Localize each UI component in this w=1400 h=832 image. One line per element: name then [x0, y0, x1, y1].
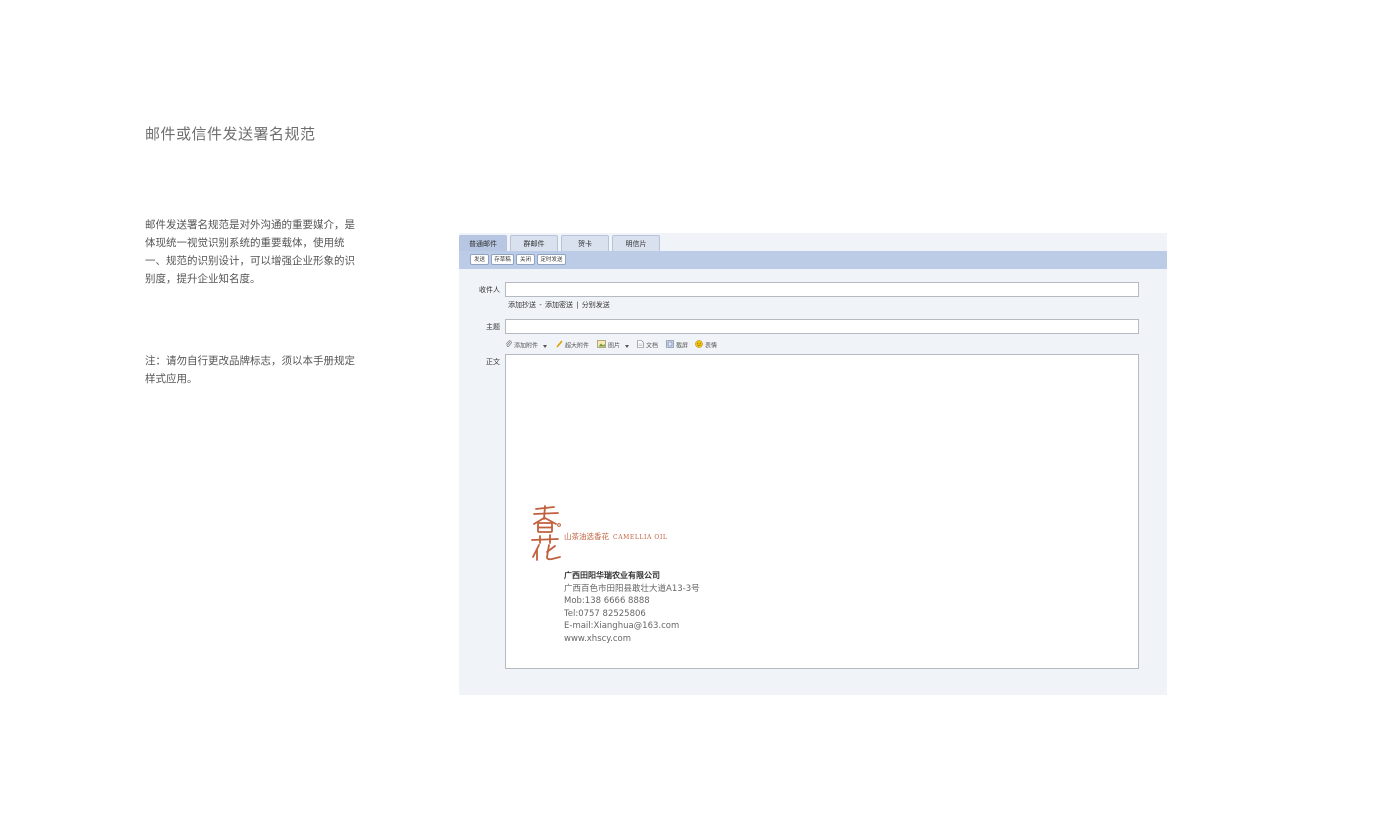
picture-icon: [597, 340, 606, 352]
brand-logo: [528, 505, 564, 565]
signature-company: 广西田阳华瑞农业有限公司: [564, 571, 660, 580]
cc-separator: -: [537, 301, 544, 309]
document-button[interactable]: 文档: [637, 340, 658, 352]
screenshot-label: 截屏: [676, 342, 689, 350]
paperclip-icon: [505, 340, 512, 352]
page-description: 邮件发送署名规范是对外沟通的重要媒介，是体现统一视觉识别系统的重要载体，使用统一…: [145, 219, 355, 285]
emoji-button[interactable]: 表情: [695, 340, 717, 352]
add-cc-link[interactable]: 添加抄送: [508, 301, 536, 309]
add-bcc-link[interactable]: 添加密送: [545, 301, 573, 309]
page-title: 邮件或信件发送署名规范: [145, 125, 316, 143]
xianghua-logo-glyphs: [531, 505, 561, 561]
tab-postcard[interactable]: 明信片: [612, 235, 660, 252]
compose-toolbar: 发送 存草稿 关闭 定时发送: [459, 251, 1167, 269]
separate-send-link[interactable]: 分别发送: [582, 301, 610, 309]
signature-block: 广西田阳华瑞农业有限公司 广西百色市田阳县敢壮大道A13-3号 Mob:138 …: [564, 570, 700, 646]
tab-normal-mail[interactable]: 普通邮件: [459, 235, 507, 252]
bcc-separator: |: [573, 301, 581, 309]
signature-web: www.xhscy.com: [564, 633, 631, 644]
recipient-input[interactable]: [505, 282, 1139, 297]
signature-address: 广西百色市田阳县敢壮大道A13-3号: [564, 583, 700, 594]
document-icon: [637, 340, 644, 352]
screenshot-button[interactable]: 截屏: [666, 340, 688, 352]
page-note: 注：请勿自行更改品牌标志，须以本手册规定样式应用。: [145, 355, 355, 385]
brand-slogan: 山茶油选香花 CAMELLIA OIL: [564, 531, 668, 542]
picture-button[interactable]: 图片: [597, 340, 629, 352]
signature-email: E-mail:Xianghua@163.com: [564, 621, 680, 632]
large-attachment-icon: [556, 340, 563, 352]
document-label: 文档: [646, 342, 659, 350]
signature-mobile: Mob:138 6666 8888: [564, 596, 650, 607]
signature-tel: Tel:0757 82525806: [564, 608, 646, 619]
slogan-cn: 山茶油选香花: [564, 532, 609, 541]
recipient-label: 收件人: [479, 286, 500, 294]
screenshot-icon: [666, 340, 674, 352]
large-attachment-label: 超大附件: [565, 342, 590, 350]
chevron-down-icon: [624, 344, 629, 348]
picture-label: 图片: [608, 342, 621, 350]
cc-links: 添加抄送 - 添加密送 | 分别发送: [508, 300, 611, 310]
tab-group-mail[interactable]: 群邮件: [510, 235, 558, 252]
body-editor[interactable]: 山茶油选香花 CAMELLIA OIL 广西田阳华瑞农业有限公司 广西百色市田阳县…: [505, 354, 1139, 669]
chevron-down-icon: [542, 344, 547, 348]
add-attachment-button[interactable]: 添加附件: [505, 340, 547, 352]
large-attachment-button[interactable]: 超大附件: [556, 340, 589, 352]
send-button[interactable]: 发送: [470, 254, 489, 265]
emoji-icon: [695, 340, 703, 352]
subject-input[interactable]: [505, 319, 1139, 334]
mail-compose-window: 普通邮件 群邮件 贺卡 明信片 发送 存草稿 关闭 定时发送 收件人 添加抄送 …: [459, 233, 1167, 695]
body-label: 正文: [486, 358, 500, 366]
mail-type-tabs: 普通邮件 群邮件 贺卡 明信片: [459, 233, 1167, 252]
emoji-label: 表情: [705, 342, 718, 350]
tab-greeting-card[interactable]: 贺卡: [561, 235, 609, 252]
scheduled-send-button[interactable]: 定时发送: [537, 254, 566, 265]
save-draft-button[interactable]: 存草稿: [491, 254, 514, 265]
subject-label: 主题: [486, 323, 500, 331]
close-button[interactable]: 关闭: [516, 254, 535, 265]
add-attachment-label: 添加附件: [514, 342, 539, 350]
slogan-en: CAMELLIA OIL: [613, 534, 668, 541]
